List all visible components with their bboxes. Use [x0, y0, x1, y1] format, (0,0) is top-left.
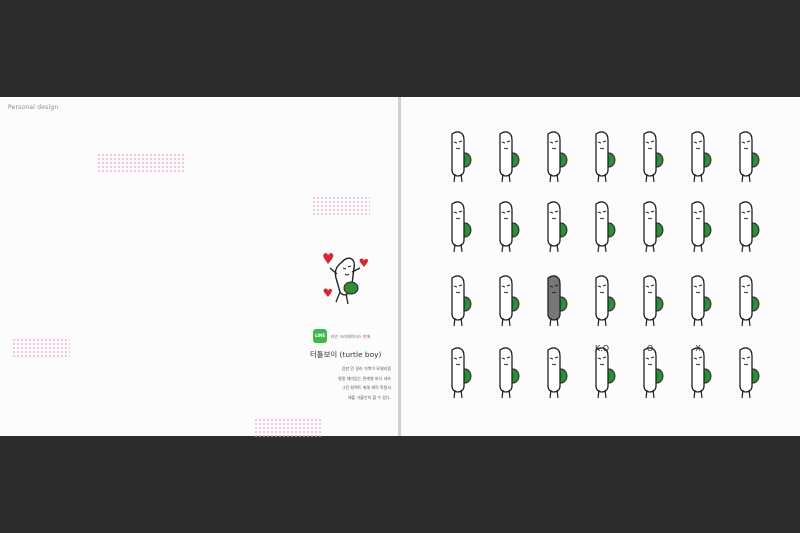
turtle-boy-sticker [547, 275, 568, 327]
running-head: Personal design [8, 104, 59, 111]
turtle-boy-sticker [451, 131, 472, 183]
sticker-label: X [695, 344, 701, 353]
description-line: 갑판 민 칼라 거북이 모델리즘 [341, 366, 391, 371]
heart-icon [359, 258, 368, 267]
pattern-decoration [97, 153, 185, 174]
turtle-boy-sticker [451, 347, 472, 399]
sticker-description: 갑판 민 칼라 거북이 모델리즘 발랄 재미있는 관계형 바디 셔츠 그린 컬렉… [316, 364, 391, 402]
sticker-label: K.O [595, 344, 609, 353]
turtle-boy-sticker [643, 131, 664, 183]
turtle-boy-sticker: X [691, 344, 712, 399]
turtle-boy-sticker [739, 275, 760, 327]
turtle-boy-sticker [739, 131, 760, 183]
pattern-decoration [254, 418, 322, 437]
turtle-boy-sticker [499, 201, 520, 253]
store-text: 라인 크리에이터스 [331, 334, 362, 339]
turtle-boy-sticker: K.O [595, 344, 616, 399]
turtle-boy-sticker [451, 201, 472, 253]
turtle-boy-sticker [595, 131, 616, 183]
pattern-decoration [12, 338, 70, 357]
turtle-boy-sticker [643, 201, 664, 253]
heart-icon [323, 253, 334, 264]
turtle-boy-sticker: O [643, 344, 664, 399]
sticker-label: O [647, 344, 653, 353]
sticker-title: 터틀보이 (turtle boy) [310, 350, 382, 359]
turtle-boy-sticker [547, 131, 568, 183]
turtle-boy-sticker [595, 201, 616, 253]
turtle-boy-sticker [451, 275, 472, 327]
turtle-boy-sticker [691, 131, 712, 183]
store-highlight: 판매 [363, 334, 371, 339]
turtle-boy-hero-illustration [323, 253, 368, 305]
turtle-boy-sticker [643, 275, 664, 327]
turtle-boy-sticker [691, 275, 712, 327]
heart-icon [323, 288, 332, 297]
turtle-boy-sticker [499, 347, 520, 399]
line-logo-icon: LINE [313, 329, 327, 343]
pattern-decoration [312, 196, 370, 216]
turtle-boy-sticker [595, 275, 616, 327]
description-line: 애플 거블인지 할 수 있다. [347, 394, 391, 400]
turtle-boy-sticker [499, 131, 520, 183]
store-caption: 라인 크리에이터스 판매 [331, 334, 370, 340]
turtle-boy-sticker [499, 275, 520, 327]
description-line: 발랄 재미있는 관계형 바디 셔츠 [338, 375, 391, 381]
turtle-boy-sticker [691, 201, 712, 253]
description-line: 그린 컬렉트 위해 캐릭 학원서 [341, 385, 391, 390]
turtle-boy-sticker [547, 201, 568, 253]
turtle-boy-sticker [547, 347, 568, 399]
turtle-boy-sticker [739, 201, 760, 253]
turtle-boy-sticker [739, 347, 760, 399]
